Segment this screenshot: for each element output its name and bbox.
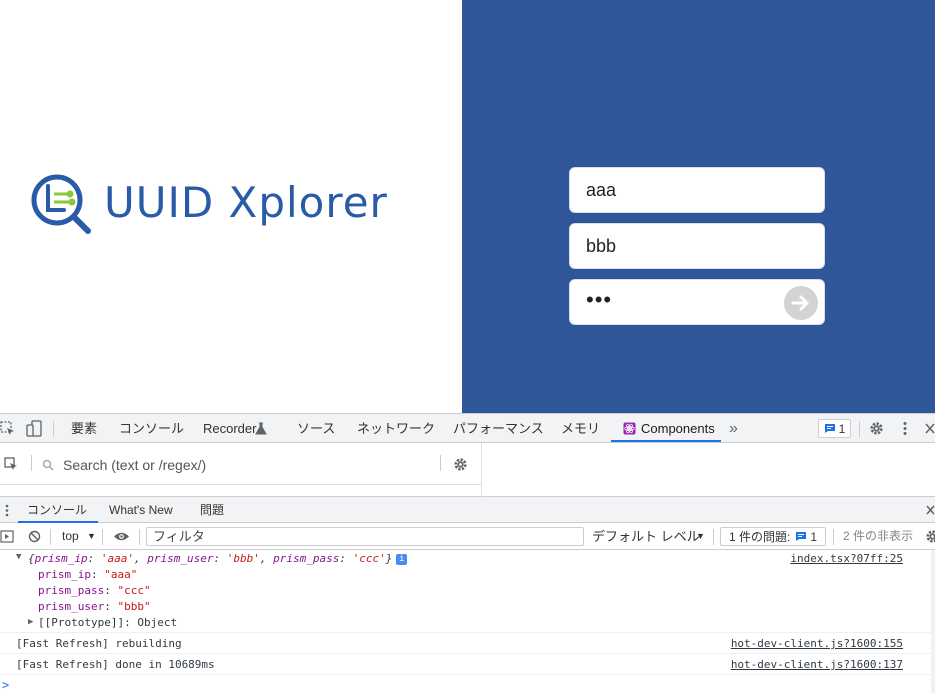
console-messages: ▼ {prism_ip: 'aaa', prism_user: 'bbb', p… <box>0 550 935 693</box>
components-search-input[interactable]: Search (text or /regex/) <box>63 457 206 473</box>
magnifier-circuit-icon <box>31 174 91 234</box>
source-link[interactable]: hot-dev-client.js?1600:155 <box>731 637 903 650</box>
tab-console[interactable]: コンソール <box>119 414 184 443</box>
console-message: [Fast Refresh] done in 10689ms hot-dev-c… <box>0 654 935 675</box>
tab-network[interactable]: ネットワーク <box>357 414 435 443</box>
components-pane: Search (text or /regex/) <box>0 443 935 497</box>
drawer-tab-issues[interactable]: 問題 <box>200 497 224 523</box>
tab-recorder[interactable]: Recorder <box>203 414 256 443</box>
react-components-icon <box>623 422 636 435</box>
toolbar-separator <box>31 455 32 471</box>
issues-count: 1 <box>838 421 846 436</box>
pane-divider[interactable] <box>481 443 482 497</box>
device-toolbar-icon[interactable] <box>26 420 42 437</box>
drawer-close-icon[interactable] <box>926 505 935 515</box>
toolbar-separator <box>139 529 140 545</box>
console-filter-input[interactable]: フィルタ <box>146 527 584 546</box>
prism-pass-input[interactable]: ••• <box>569 279 825 325</box>
drawer-tab-whats-new[interactable]: What's New <box>109 497 173 523</box>
more-tabs-button[interactable]: » <box>729 414 738 443</box>
message-text: [Fast Refresh] done in 10689ms <box>16 658 215 671</box>
arrow-right-icon <box>791 295 809 311</box>
toolbar-separator <box>440 455 441 471</box>
settings-gear-icon[interactable] <box>453 457 468 472</box>
prism-user-input[interactable]: bbb <box>569 223 825 269</box>
tab-performance[interactable]: パフォーマンス <box>453 414 544 443</box>
object-property: prism_pass: "ccc" <box>38 584 151 597</box>
login-panel: aaa bbb ••• <box>462 0 935 413</box>
password-mask: ••• <box>586 287 613 312</box>
prism-ip-input[interactable]: aaa <box>569 167 825 213</box>
toolbar-separator <box>50 529 51 545</box>
message-text: [Fast Refresh] rebuilding <box>16 637 182 650</box>
tab-memory[interactable]: メモリ <box>561 414 600 443</box>
source-link[interactable]: index.tsx?07ff:25 <box>790 552 903 565</box>
tab-components[interactable]: Components <box>641 414 715 443</box>
toolbar-separator <box>102 529 103 545</box>
object-prototype[interactable]: [[Prototype]]: Object <box>38 616 177 629</box>
flask-icon <box>255 422 267 435</box>
chevron-down-icon: ▼ <box>696 531 705 541</box>
drawer-tab-console[interactable]: コンソール <box>27 497 87 523</box>
toolbar-separator <box>53 421 54 437</box>
message-icon <box>824 424 835 433</box>
console-message: [Fast Refresh] rebuilding hot-dev-client… <box>0 633 935 654</box>
logo-pane: UUID Xplorer <box>0 0 462 413</box>
logo-text: UUID Xplorer <box>104 177 388 227</box>
console-issues-button[interactable]: 1 件の問題: 1 <box>720 527 826 546</box>
devtools-panel: 要素 コンソール Recorder ソース ネットワーク パフォーマンス メモリ… <box>0 413 935 693</box>
context-selector[interactable]: top <box>62 523 79 550</box>
inspect-element-icon[interactable] <box>0 421 16 437</box>
drawer-menu-icon[interactable] <box>4 504 10 517</box>
message-icon <box>796 532 807 541</box>
gear-icon[interactable] <box>869 421 884 436</box>
expand-triangle-icon[interactable]: ▶ <box>28 617 33 627</box>
console-toolbar: top ▼ フィルタ デフォルト レベル ▼ 1 件の問題: 1 2 件の非表示 <box>0 523 935 550</box>
tab-elements[interactable]: 要素 <box>71 414 97 443</box>
hidden-messages-count: 2 件の非表示 <box>843 529 914 543</box>
console-issues-label: 1 件の問題: <box>729 530 791 544</box>
eye-icon[interactable] <box>113 531 130 542</box>
devtools-main-toolbar: 要素 コンソール Recorder ソース ネットワーク パフォーマンス メモリ… <box>0 414 935 443</box>
console-issues-count: 1 <box>810 529 818 544</box>
uuid-xplorer-logo: UUID Xplorer <box>30 170 388 234</box>
components-search-bar: Search (text or /regex/) <box>0 443 482 485</box>
toolbar-separator <box>713 529 714 545</box>
info-icon[interactable]: i <box>396 553 408 565</box>
clear-console-icon[interactable] <box>28 530 41 543</box>
object-property: prism_ip: "aaa" <box>38 568 138 581</box>
toolbar-separator <box>859 421 860 437</box>
tab-sources[interactable]: ソース <box>297 414 335 443</box>
source-link[interactable]: hot-dev-client.js?1600:137 <box>731 658 903 671</box>
more-vertical-icon[interactable] <box>899 421 911 436</box>
log-level-dropdown[interactable]: デフォルト レベル <box>592 523 700 550</box>
submit-button[interactable] <box>784 286 818 320</box>
toolbar-separator <box>833 529 834 545</box>
chevron-down-icon: ▼ <box>87 531 96 541</box>
prism-ip-value: aaa <box>586 179 617 200</box>
drawer-tab-bar: コンソール What's New 問題 <box>0 497 935 523</box>
console-scrollbar[interactable] <box>931 550 935 693</box>
prism-user-value: bbb <box>586 235 617 256</box>
close-icon[interactable] <box>925 423 935 434</box>
console-settings-icon[interactable] <box>925 529 935 544</box>
console-prompt[interactable]: > <box>2 678 9 692</box>
object-preview[interactable]: {prism_ip: 'aaa', prism_user: 'bbb', pri… <box>28 552 408 565</box>
sidebar-toggle-icon[interactable] <box>0 530 14 543</box>
expand-triangle-icon[interactable]: ▼ <box>16 552 21 562</box>
object-property: prism_user: "bbb" <box>38 600 151 613</box>
issues-counter-button[interactable]: 1 <box>818 419 851 438</box>
console-message-object: ▼ {prism_ip: 'aaa', prism_user: 'bbb', p… <box>0 550 935 633</box>
active-tab-indicator <box>611 440 721 442</box>
app-viewport: UUID Xplorer aaa bbb ••• <box>0 0 935 413</box>
select-element-icon[interactable] <box>4 457 19 472</box>
search-icon <box>42 459 54 471</box>
